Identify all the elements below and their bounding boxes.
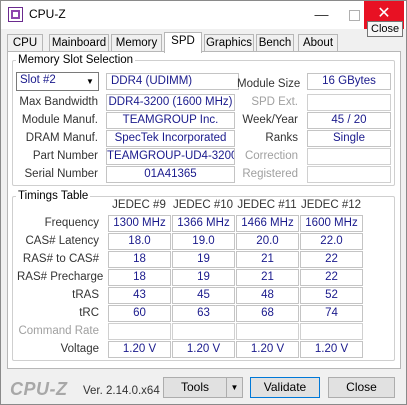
part-number-value: TEAMGROUP-UD4-3200: [106, 148, 235, 165]
timings-table-title: Timings Table: [18, 190, 89, 202]
tab-about[interactable]: About: [298, 34, 338, 52]
timing-cell: 1.20 V: [236, 341, 299, 358]
tab-bar: CPU Mainboard Memory SPD Graphics Bench …: [7, 32, 402, 53]
timing-cell: 48: [236, 287, 299, 304]
timing-cell: 21: [236, 251, 299, 268]
slot-select-value: Slot #2: [20, 74, 56, 86]
module-manuf-value: TEAMGROUP Inc.: [106, 112, 235, 129]
timing-cell: 18: [108, 251, 171, 268]
cpuz-app-icon: [8, 7, 23, 22]
registered-value: [307, 166, 391, 183]
timing-row-label: tRC: [79, 307, 99, 319]
timing-cell: 43: [108, 287, 171, 304]
timing-cell: [300, 323, 363, 340]
max-bandwidth-label: Max Bandwidth: [19, 96, 98, 108]
part-number-label: Part Number: [32, 150, 98, 162]
serial-number-label: Serial Number: [24, 168, 99, 180]
timing-cell: 18.0: [108, 233, 171, 250]
timing-cell: 1300 MHz: [108, 215, 171, 232]
ranks-label: Ranks: [265, 132, 298, 144]
tab-spd[interactable]: SPD: [164, 32, 202, 53]
timing-cell: 1.20 V: [108, 341, 171, 358]
title-bar[interactable]: CPU-Z — ✕: [1, 1, 406, 29]
timing-row-label: Command Rate: [18, 325, 99, 337]
timing-cell: 22: [300, 269, 363, 286]
timing-cell: 1.20 V: [300, 341, 363, 358]
timing-row-label: CAS# Latency: [25, 235, 99, 247]
timing-cell: 19.0: [172, 233, 235, 250]
tab-mainboard[interactable]: Mainboard: [49, 34, 109, 52]
tab-bench[interactable]: Bench: [256, 34, 294, 52]
timing-cell: 1600 MHz: [300, 215, 363, 232]
timing-row-label: Frequency: [44, 217, 99, 229]
ranks-value: Single: [307, 130, 391, 147]
timing-cell: 68: [236, 305, 299, 322]
timing-row-label: Voltage: [60, 343, 99, 355]
max-bandwidth-value: DDR4-3200 (1600 MHz): [106, 94, 235, 111]
cpuz-window: CPU-Z — ✕ Close CPU Mainboard Memory SPD…: [0, 0, 407, 405]
minimize-button[interactable]: —: [305, 1, 338, 29]
close-tooltip: Close: [367, 21, 404, 37]
memory-slot-group-title: Memory Slot Selection: [18, 54, 134, 66]
timing-cell: [172, 323, 235, 340]
timing-cell: 74: [300, 305, 363, 322]
window-title: CPU-Z: [29, 7, 66, 21]
dram-manuf-label: DRAM Manuf.: [25, 132, 98, 144]
dram-manuf-value: SpecTek Incorporated: [106, 130, 235, 147]
timing-cell: 1.20 V: [172, 341, 235, 358]
close-button[interactable]: Close: [328, 377, 395, 398]
timing-cell: 60: [108, 305, 171, 322]
module-manuf-label: Module Manuf.: [21, 114, 98, 126]
chevron-down-icon: ▼: [86, 77, 94, 86]
timings-col-header: JEDEC #9: [112, 199, 166, 211]
timings-col-header: JEDEC #12: [300, 199, 362, 211]
tab-memory[interactable]: Memory: [111, 34, 162, 52]
tab-graphics[interactable]: Graphics: [204, 34, 254, 52]
timing-cell: 1366 MHz: [172, 215, 235, 232]
timings-col-header: JEDEC #11: [237, 199, 297, 211]
week-year-label: Week/Year: [242, 114, 298, 126]
timing-cell: 63: [172, 305, 235, 322]
timing-cell: 45: [172, 287, 235, 304]
timing-cell: 19: [172, 251, 235, 268]
correction-value: [307, 148, 391, 165]
timing-cell: 22: [300, 251, 363, 268]
tools-button[interactable]: Tools: [163, 377, 227, 398]
timing-cell: 20.0: [236, 233, 299, 250]
week-year-value: 45 / 20: [307, 112, 391, 129]
timing-row-label: tRAS: [72, 289, 99, 301]
spd-ext-label: SPD Ext.: [251, 96, 298, 108]
timing-cell: 21: [236, 269, 299, 286]
version-label: Ver. 2.14.0.x64: [83, 385, 160, 397]
timings-col-header: JEDEC #10: [172, 199, 234, 211]
tools-dropdown-arrow[interactable]: ▼: [226, 377, 243, 398]
validate-button[interactable]: Validate: [250, 377, 320, 398]
timing-row-label: RAS# Precharge: [17, 271, 104, 283]
maximize-icon: [349, 10, 360, 21]
cpuz-logo: CPU-Z: [10, 379, 68, 399]
tab-cpu[interactable]: CPU: [7, 34, 43, 52]
timing-cell: 52: [300, 287, 363, 304]
module-size-value: 16 GBytes: [307, 73, 391, 90]
timing-cell: 19: [172, 269, 235, 286]
serial-number-value: 01A41365: [106, 166, 235, 183]
timing-cell: [236, 323, 299, 340]
registered-label: Registered: [242, 168, 298, 180]
module-size-label: Module Size: [237, 78, 301, 90]
correction-label: Correction: [244, 150, 298, 162]
timing-row-label: RAS# to CAS#: [22, 253, 99, 265]
timing-cell: [108, 323, 171, 340]
module-type-value: DDR4 (UDIMM): [106, 73, 239, 90]
slot-select[interactable]: Slot #2 ▼: [16, 72, 99, 91]
timing-cell: 18: [108, 269, 171, 286]
timing-cell: 1466 MHz: [236, 215, 299, 232]
spd-ext-value: [307, 94, 391, 111]
timing-cell: 22.0: [300, 233, 363, 250]
